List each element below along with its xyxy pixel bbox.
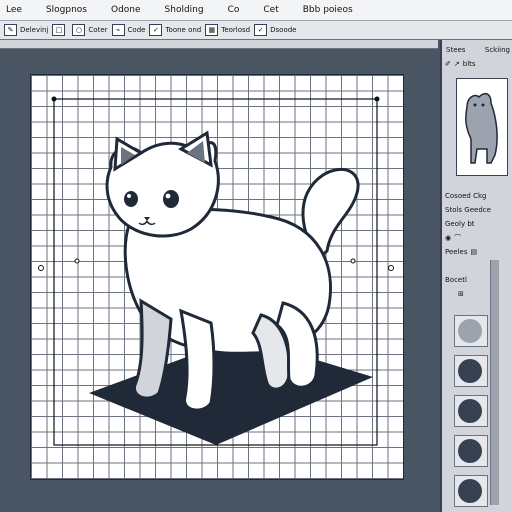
panel-header: Stees Sckiing <box>446 46 510 54</box>
add-swatch-icon[interactable]: ⊞ <box>458 290 464 298</box>
toolbar-item[interactable]: ⌁ Code <box>111 24 145 36</box>
menu-item[interactable]: Slogpnos <box>46 5 87 15</box>
menu-item[interactable]: Cet <box>263 5 278 15</box>
cat-illustration[interactable] <box>31 75 403 479</box>
arrow-icon[interactable]: ↗ <box>454 60 460 68</box>
grid-icon: ▦ <box>205 24 219 36</box>
panel-tool-row: ✐ ↗ blts <box>442 58 512 70</box>
swatch-add-row[interactable]: ⊞ <box>442 288 512 300</box>
panel-row[interactable]: Stols Geedce <box>442 204 512 216</box>
square-icon: □ <box>52 24 66 36</box>
panel-row[interactable]: Geoly bt <box>442 218 512 230</box>
swatch[interactable] <box>454 315 488 347</box>
brush-icon: ⌁ <box>111 24 125 36</box>
panel-sub-label: blts <box>462 60 476 68</box>
top-ruler <box>0 40 438 49</box>
swatch-color <box>458 479 482 503</box>
menu-item[interactable]: Odone <box>111 5 141 15</box>
panel-title: Stees <box>446 46 466 54</box>
radio-icon[interactable]: ◉ <box>445 234 451 242</box>
toolbar-item[interactable]: □ <box>52 24 68 36</box>
swatch[interactable] <box>454 395 488 427</box>
menu-bar: Lee Slogpnos Odone Sholding Co Cet Bbb p… <box>0 0 512 21</box>
checkbox-icon: ✓ <box>254 24 268 36</box>
pen-icon: ✎ <box>4 24 17 36</box>
menu-item[interactable]: Co <box>228 5 240 15</box>
panel-row[interactable]: Peeles ▤ <box>442 246 512 258</box>
toolbar: ✎ Delevinj □ ○ Coter ⌁ Code ✓ Toone ond ▦ Teo… <box>0 21 512 40</box>
swatch-color <box>458 399 482 423</box>
layers-icon[interactable]: ▤ <box>470 248 477 256</box>
toolbar-item[interactable]: ▦ Teorlosd <box>205 24 250 36</box>
menu-item[interactable]: Lee <box>6 5 22 15</box>
menu-item[interactable]: Bbb poieos <box>303 5 353 15</box>
properties-panel: Stees Sckiing ✐ ↗ blts Cosoed Ckg Stols … <box>440 40 512 512</box>
panel-subtitle: Sckiing <box>484 46 510 54</box>
curve-icon[interactable]: ⌒ <box>454 233 461 243</box>
toolbar-item[interactable]: ✎ Delevinj <box>4 24 48 36</box>
toolbar-item[interactable]: ○ Coter <box>72 24 108 36</box>
panel-row[interactable]: ◉ ⌒ <box>442 232 512 244</box>
swatch-color <box>458 319 482 343</box>
swatch[interactable] <box>454 355 488 387</box>
panel-scrollbar[interactable] <box>490 260 499 505</box>
swatches-header: Bocetl <box>445 276 467 284</box>
eyedropper-icon[interactable]: ✐ <box>445 60 451 68</box>
swatch-color <box>458 359 482 383</box>
panel-row[interactable]: Cosoed Ckg <box>442 190 512 202</box>
toolbar-item[interactable]: ✓ Dsoode <box>254 24 296 36</box>
preview-thumbnail[interactable] <box>456 78 508 176</box>
checkbox-icon: ✓ <box>149 24 163 36</box>
circle-icon: ○ <box>72 24 86 36</box>
cat-thumbnail <box>465 92 498 164</box>
swatch[interactable] <box>454 435 488 467</box>
swatch-color <box>458 439 482 463</box>
artboard[interactable] <box>30 74 404 480</box>
toolbar-item[interactable]: ✓ Toone ond <box>149 24 201 36</box>
menu-item[interactable]: Sholding <box>165 5 204 15</box>
swatch[interactable] <box>454 475 488 507</box>
